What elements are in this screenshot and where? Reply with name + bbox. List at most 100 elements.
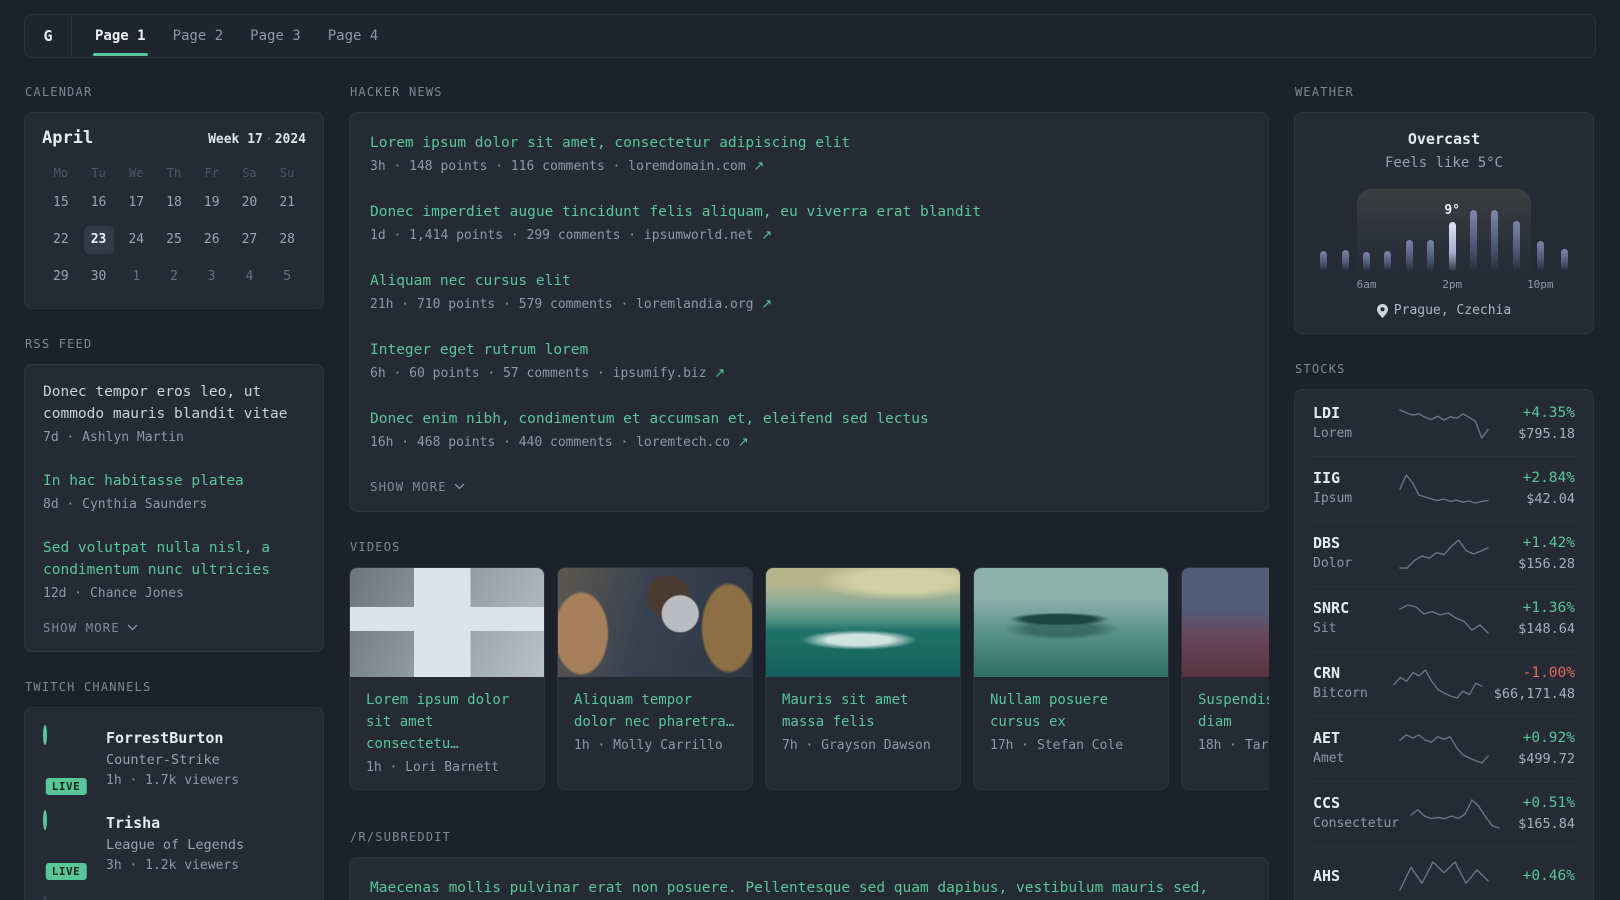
weather-bar — [1320, 251, 1328, 271]
subreddit-post[interactable]: Maecenas mollis pulvinar erat non posuer… — [370, 877, 1248, 900]
stock-row[interactable]: AHS +0.46% — [1313, 846, 1575, 900]
video-info: Lorem ipsum dolor sit amet consectetu… 1… — [350, 677, 544, 789]
video-card[interactable]: Lorem ipsum dolor sit amet consectetu… 1… — [349, 567, 545, 790]
rss-item-meta: 8d · Cynthia Saunders — [43, 497, 208, 512]
stock-row[interactable]: DBS Dolor +1.42% $156.28 — [1313, 521, 1575, 586]
subreddit-post-title: Maecenas mollis pulvinar erat non posuer… — [370, 880, 1209, 896]
stocks-widget: STOCKS LDI Lorem +4.35% $795.18 IIG Ipsu… — [1294, 362, 1594, 900]
stock-sparkline — [1398, 406, 1490, 442]
app-logo[interactable]: G — [25, 15, 72, 57]
calendar-widget-title: CALENDAR — [25, 85, 93, 99]
external-link-icon: ↗ — [761, 297, 773, 312]
video-thumbnail — [766, 568, 960, 677]
hn-story-title: Lorem ipsum dolor sit amet, consectetur … — [370, 135, 851, 151]
hn-story-title: Donec imperdiet augue tincidunt felis al… — [370, 204, 982, 220]
hn-story-meta-text: 6h · 60 points · 57 comments · ipsumify.… — [370, 366, 707, 381]
calendar-day: 19 — [203, 195, 220, 210]
dashboard-columns: CALENDAR April Week 17 · 2024 Mo Tu We Th … — [0, 85, 1620, 900]
calendar-day: 27 — [241, 232, 258, 247]
weather-bar — [1448, 222, 1456, 271]
hn-story[interactable]: Donec imperdiet augue tincidunt felis al… — [370, 201, 1248, 246]
tab-page-1[interactable]: Page 1 — [93, 15, 148, 57]
dashboard-page: G Page 1 Page 2 Page 3 Page 4 CALENDAR A… — [0, 0, 1620, 900]
rss-item[interactable]: Donec tempor eros leo, ut commodo mauris… — [43, 381, 305, 448]
avatar — [43, 725, 47, 745]
twitch-channel[interactable]: LIVE ForrestBurton Counter-Strike 1h · 1… — [43, 725, 305, 797]
stock-change: +1.42% — [1522, 535, 1575, 551]
weather-hour-column — [1554, 181, 1575, 295]
weather-hour-column — [1463, 181, 1484, 295]
video-meta: 1h · Lori Barnett — [366, 760, 500, 775]
left-column: CALENDAR April Week 17 · 2024 Mo Tu We Th … — [24, 85, 324, 900]
hn-story-meta-text: 16h · 468 points · 440 comments · loremt… — [370, 435, 731, 450]
video-card[interactable]: Suspendisse diam 18h · Tara — [1181, 567, 1269, 790]
stock-row[interactable]: LDI Lorem +4.35% $795.18 — [1313, 392, 1575, 456]
weather-bar — [1341, 250, 1349, 271]
hn-show-more-button[interactable]: SHOW MORE — [370, 477, 465, 496]
weather-hour-label: 10pm — [1527, 278, 1554, 291]
hn-story-meta: 3h · 148 points · 116 comments · loremdo… — [370, 156, 1248, 177]
stock-change: -1.00% — [1522, 665, 1575, 681]
calendar-dow: Su — [279, 166, 295, 180]
rss-widget-title: RSS FEED — [25, 337, 93, 351]
video-info: Nullam posuere cursus ex 17h · Stefan Co… — [974, 677, 1168, 767]
avatar — [43, 810, 47, 830]
stock-row[interactable]: SNRC Sit +1.36% $148.64 — [1313, 586, 1575, 651]
calendar-day: 17 — [128, 195, 145, 210]
calendar-dow: We — [129, 166, 144, 180]
hn-story[interactable]: Integer eget rutrum lorem 6h · 60 points… — [370, 339, 1248, 384]
external-link-icon: ↗ — [714, 366, 726, 381]
stock-row[interactable]: CRN Bitcorn -1.00% $66,171.48 — [1313, 651, 1575, 716]
stock-values: +0.46% — [1500, 866, 1575, 887]
rss-show-more-button[interactable]: SHOW MORE — [43, 618, 138, 637]
tab-page-2[interactable]: Page 2 — [173, 15, 224, 57]
stock-row[interactable]: IIG Ipsum +2.84% $42.04 — [1313, 456, 1575, 521]
hn-story-title: Donec enim nibh, condimentum et accumsan… — [370, 411, 929, 427]
video-meta: 18h · Tara — [1198, 738, 1269, 753]
calendar-dow: Tu — [91, 166, 106, 180]
stock-values: -1.00% $66,171.48 — [1494, 663, 1575, 704]
video-card[interactable]: Mauris sit amet massa felis 7h · Grayson… — [765, 567, 961, 790]
twitch-widget-title: TWITCH CHANNELS — [25, 680, 152, 694]
hn-story[interactable]: Lorem ipsum dolor sit amet, consectetur … — [370, 132, 1248, 177]
weather-widget: WEATHER Overcast Feels like 5°C 6am 9° 2pm… — [1294, 85, 1594, 334]
rss-item[interactable]: In hac habitasse platea 8d · Cynthia Sau… — [43, 470, 305, 515]
stock-identity: AHS — [1313, 866, 1388, 887]
rss-item[interactable]: Sed volutpat nulla nisl, a condimentum n… — [43, 537, 305, 604]
stock-identity: CRN Bitcorn — [1313, 663, 1382, 704]
right-column: WEATHER Overcast Feels like 5°C 6am 9° 2pm… — [1294, 85, 1594, 900]
hn-story-meta: 1d · 1,414 points · 299 comments · ipsum… — [370, 225, 1248, 246]
weather-condition: Overcast — [1407, 130, 1481, 148]
subreddit-card: Maecenas mollis pulvinar erat non posuer… — [349, 857, 1269, 900]
videos-row: Lorem ipsum dolor sit amet consectetu… 1… — [349, 567, 1269, 790]
calendar-dow: Sa — [242, 166, 257, 180]
hn-story[interactable]: Aliquam nec cursus elit 21h · 710 points… — [370, 270, 1248, 315]
chevron-down-icon — [127, 624, 138, 631]
stock-sparkline — [1398, 858, 1490, 894]
stock-change: +4.35% — [1522, 405, 1575, 421]
external-link-icon: ↗ — [753, 159, 765, 174]
tab-page-3[interactable]: Page 3 — [250, 15, 301, 57]
calendar-dow: Fr — [204, 166, 219, 180]
stock-sparkline — [1392, 666, 1484, 702]
stock-identity: IIG Ipsum — [1313, 468, 1388, 509]
stock-name: Bitcorn — [1313, 686, 1368, 701]
twitch-widget: TWITCH CHANNELS LIVE ForrestBurton Count… — [24, 680, 324, 900]
stock-row[interactable]: CCS Consectetur +0.51% $165.84 — [1313, 781, 1575, 846]
weather-location: Prague, Czechia — [1313, 303, 1575, 318]
hn-story-meta: 16h · 468 points · 440 comments · loremt… — [370, 432, 1248, 453]
weather-bar — [1384, 251, 1392, 271]
video-card[interactable]: Aliquam tempor dolor nec pharetra… 1h · … — [557, 567, 753, 790]
stock-row[interactable]: AET Amet +0.92% $499.72 — [1313, 716, 1575, 781]
tab-page-4[interactable]: Page 4 — [328, 15, 379, 57]
video-card[interactable]: Nullam posuere cursus ex 17h · Stefan Co… — [973, 567, 1169, 790]
stock-identity: DBS Dolor — [1313, 533, 1388, 574]
calendar-day-outside: 4 — [245, 269, 254, 284]
avatar — [43, 895, 47, 900]
live-badge: LIVE — [43, 776, 89, 797]
stock-values: +2.84% $42.04 — [1500, 468, 1575, 509]
twitch-channel[interactable]: LIVE Trisha League of Legends 3h · 1.2k … — [43, 810, 305, 882]
video-title: Mauris sit amet massa felis — [782, 692, 909, 730]
stock-sparkline — [1398, 471, 1490, 507]
hn-story[interactable]: Donec enim nibh, condimentum et accumsan… — [370, 408, 1248, 453]
